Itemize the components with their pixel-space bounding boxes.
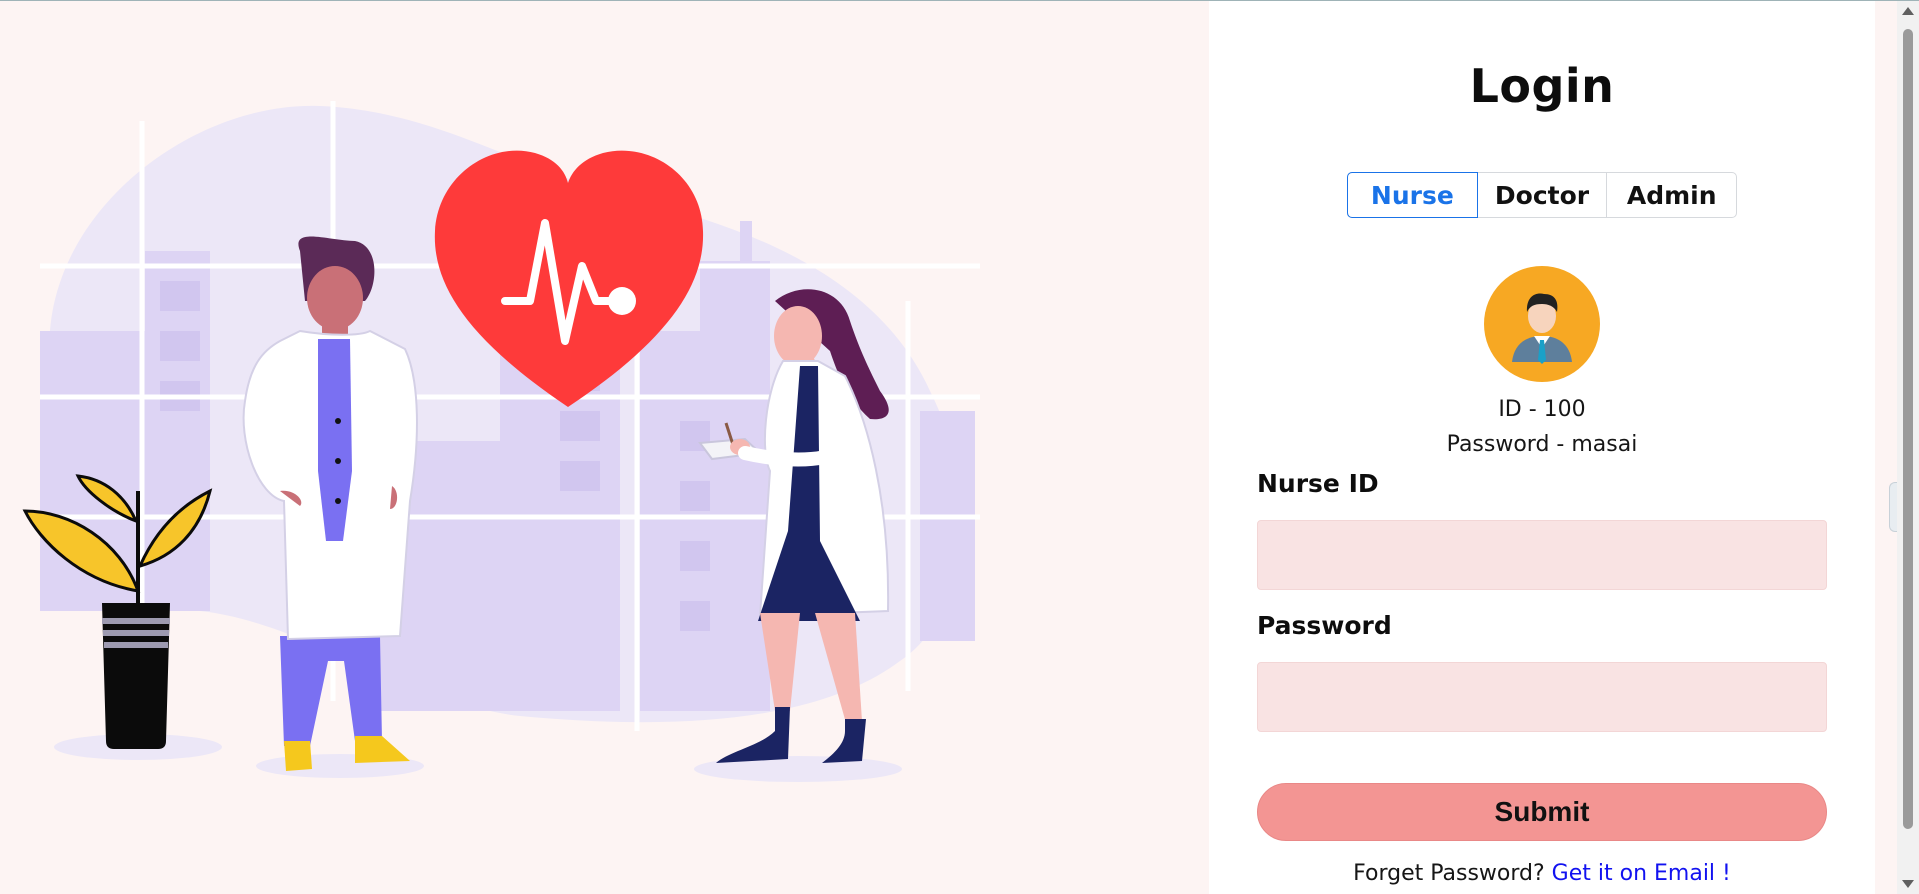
tab-nurse[interactable]: Nurse bbox=[1347, 172, 1478, 218]
page-title: Login bbox=[1469, 59, 1615, 113]
password-label: Password bbox=[1257, 611, 1392, 640]
nurse-id-input[interactable] bbox=[1257, 520, 1827, 590]
scroll-up-arrow-icon[interactable] bbox=[1902, 7, 1914, 15]
email-reset-link[interactable]: Get it on Email ! bbox=[1552, 861, 1731, 886]
demo-password-text: Password - masai bbox=[1446, 432, 1638, 457]
user-avatar-icon bbox=[1484, 266, 1600, 382]
tab-doctor[interactable]: Doctor bbox=[1478, 173, 1608, 217]
login-panel: Login Nurse Doctor Admin ID - 100 Passwo… bbox=[1209, 1, 1875, 894]
forgot-password-row: Forget Password? Get it on Email ! bbox=[1209, 861, 1875, 886]
illustration-panel bbox=[0, 1, 1209, 894]
password-input[interactable] bbox=[1257, 662, 1827, 732]
demo-id-text: ID - 100 bbox=[1498, 397, 1586, 422]
submit-button[interactable]: Submit bbox=[1257, 783, 1827, 841]
nurse-id-label: Nurse ID bbox=[1257, 469, 1379, 498]
forgot-password-prompt: Forget Password? bbox=[1353, 861, 1545, 886]
scrollbar-thumb[interactable] bbox=[1903, 29, 1913, 829]
page-edge bbox=[1875, 1, 1897, 894]
scroll-down-arrow-icon[interactable] bbox=[1902, 880, 1914, 888]
tab-admin[interactable]: Admin bbox=[1607, 173, 1736, 217]
doctors-illustration bbox=[22, 101, 980, 782]
role-tabs: Nurse Doctor Admin bbox=[1347, 172, 1737, 218]
vertical-scrollbar[interactable] bbox=[1897, 1, 1919, 894]
